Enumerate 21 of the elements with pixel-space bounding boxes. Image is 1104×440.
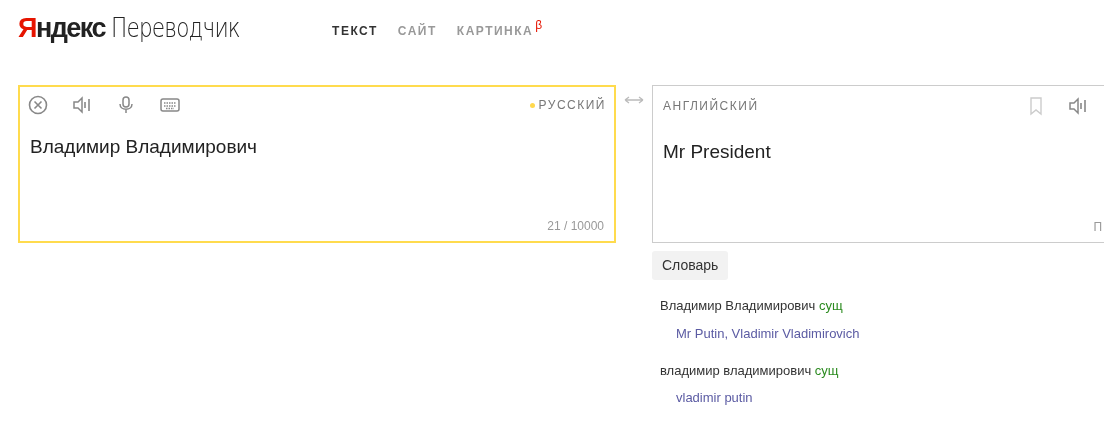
swap-icon[interactable] — [624, 95, 644, 105]
translation-link[interactable]: Mr Putin, Vladimir Vladimirovich — [676, 323, 860, 343]
character-counter: 21 / 10000 — [547, 218, 605, 235]
footer-text: П — [1093, 219, 1103, 236]
source-text[interactable]: Владимир Владимирович — [20, 115, 614, 162]
brand-logo: Яндекс — [18, 15, 106, 42]
clear-icon[interactable] — [28, 95, 48, 115]
dictionary-word: владимир владимирович сущ — [660, 361, 840, 380]
language-selector[interactable]: АНГЛИЙСКИЙ — [663, 97, 759, 115]
microphone-icon[interactable] — [116, 95, 136, 115]
language-selector[interactable]: РУССКИЙ — [538, 96, 606, 114]
speaker-icon[interactable] — [72, 95, 92, 115]
dictionary-word: Владимир Владимирович сущ — [660, 297, 844, 315]
dictionary-button[interactable]: Словарь — [652, 251, 729, 280]
nav-tab[interactable]: ТЕКСТ — [332, 22, 378, 40]
translation-link[interactable]: vladimir putin — [676, 388, 753, 408]
speaker-icon[interactable] — [1068, 96, 1088, 116]
status-dot — [529, 102, 535, 108]
keyboard-icon[interactable] — [160, 95, 180, 115]
product-name: Переводчик — [111, 14, 240, 41]
translation-text: Mr President — [662, 140, 772, 164]
